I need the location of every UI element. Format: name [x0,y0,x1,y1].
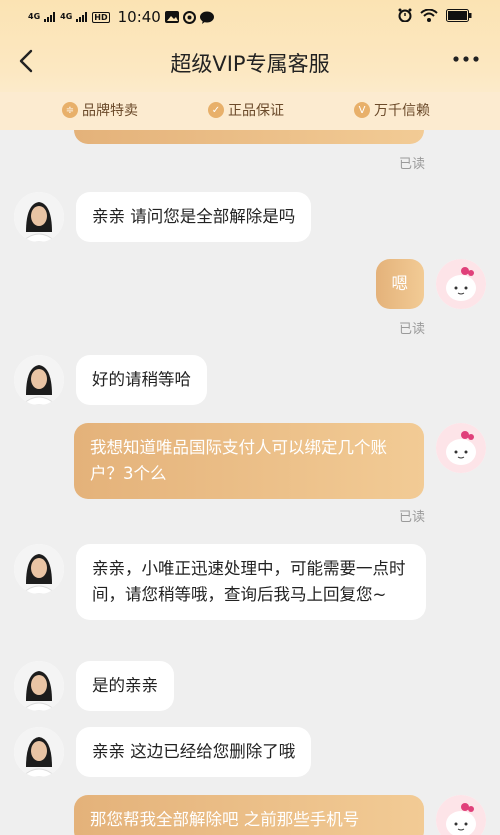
status-bar: 4G 4G HD 10:40 [0,0,500,34]
message-bubble-user: 我想知道唯品国际支付人可以绑定几个账户？3个么 [74,423,424,499]
service-badges: ≑ 品牌特卖 ✓ 正品保证 V 万千信赖 [0,92,500,130]
message-bubble-user [74,130,424,144]
thumb-up-icon: V [354,102,370,118]
signal-2-label: 4G [60,12,73,21]
battery-icon [446,8,472,22]
more-dots-icon [453,56,479,62]
badge-trusted: V 万千信赖 [354,100,430,120]
chat-area[interactable]: 已读 亲亲 请问您是全部解除是吗 嗯 已读 好的请稍等哈 我想知道唯品国际支付人… [0,130,500,835]
signal-icon [76,12,88,22]
read-receipt: 已读 [398,510,425,525]
title-bar: 超级VIP专属客服 [0,36,500,90]
status-time: 10:40 [117,8,161,26]
message-bubble-agent: 亲亲 这边已经给您删除了哦 [76,727,312,777]
read-receipt: 已读 [398,322,425,337]
badge-brand-sale: ≑ 品牌特卖 [62,100,138,120]
wifi-icon [420,8,438,22]
agent-avatar[interactable] [14,192,64,242]
user-avatar-image [436,795,486,835]
agent-avatar[interactable] [14,355,64,405]
badge-label: 品牌特卖 [82,103,138,119]
agent-avatar-image [14,727,64,777]
user-avatar[interactable] [436,795,486,835]
chat-icon [199,11,214,24]
circle-check-icon [182,10,196,24]
agent-avatar-image [14,544,64,594]
agent-avatar-image [14,661,64,711]
tag-icon: ≑ [62,102,78,118]
agent-avatar-image [14,355,64,405]
user-avatar-image [436,259,486,309]
message-bubble-agent: 亲亲 请问您是全部解除是吗 [76,192,312,242]
hd-badge: HD [92,11,110,23]
user-avatar[interactable] [436,423,486,473]
agent-avatar[interactable] [14,661,64,711]
message-bubble-agent: 是的亲亲 [76,661,174,711]
agent-avatar-image [14,192,64,242]
message-bubble-user: 那您帮我全部解除吧 之前那些手机号 [74,795,424,835]
badge-label: 正品保证 [228,103,284,119]
message-bubble-user: 嗯 [375,259,424,309]
badge-label: 万千信赖 [374,103,430,119]
agent-avatar[interactable] [14,544,64,594]
user-avatar-image [436,423,486,473]
badge-genuine: ✓ 正品保证 [208,100,284,120]
alarm-icon [398,8,412,22]
signal-1-label: 4G [28,12,41,21]
read-receipt: 已读 [398,157,425,172]
user-avatar[interactable] [436,259,486,309]
agent-avatar[interactable] [14,727,64,777]
page-title: 超级VIP专属客服 [170,52,330,76]
signal-icon [44,12,56,22]
more-button[interactable] [452,44,480,81]
message-bubble-agent: 好的请稍等哈 [76,355,207,405]
check-shield-icon: ✓ [208,102,224,118]
message-bubble-agent: 亲亲，小唯正迅速处理中，可能需要一点时间，请您稍等哦，查询后我马上回复您~ [76,544,426,620]
header: 4G 4G HD 10:40 超级VIP专属客服 ≑ 品牌特卖 ✓ 正品保证 V… [0,0,500,130]
image-icon [164,11,179,23]
